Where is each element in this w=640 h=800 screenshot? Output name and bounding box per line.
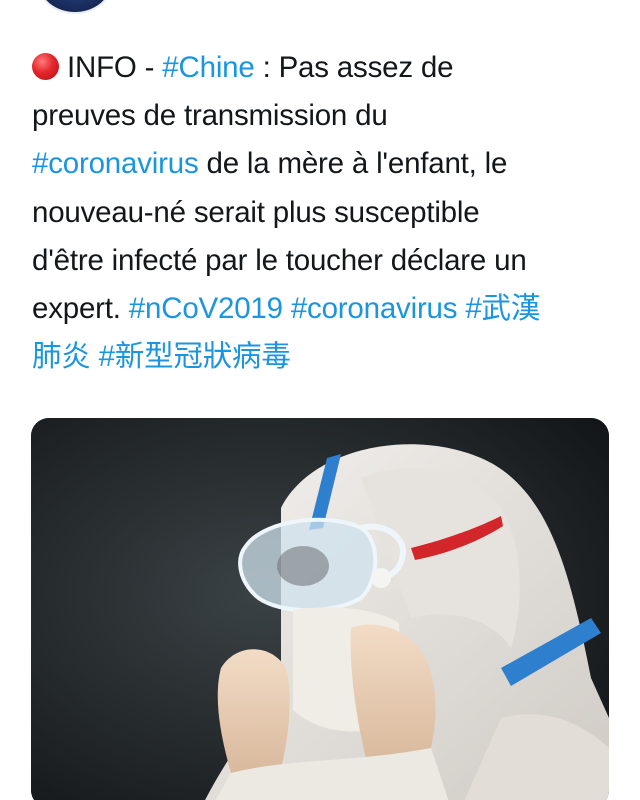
avatar[interactable] <box>38 0 112 14</box>
tweet-text: INFO - #Chine : Pas assez de preuves de t… <box>32 44 612 381</box>
hashtag-link[interactable]: #coronavirus <box>32 147 199 180</box>
tweet-text-segment: INFO - <box>67 51 163 84</box>
health-worker-photo <box>31 418 609 800</box>
tweet-text-line: d'être infecté par le toucher déclare un <box>32 237 612 285</box>
hashtag-link[interactable]: #武漢 <box>465 292 540 325</box>
hashtag-link[interactable]: #nCoV2019 <box>129 292 283 325</box>
tweet-text-segment: nouveau-né serait plus susceptible <box>32 195 480 229</box>
hashtag-link[interactable]: 肺炎 <box>32 340 91 373</box>
tweet-text-line: expert. #nCoV2019 #coronavirus #武漢 <box>32 285 612 333</box>
tweet-text-line: preuves de transmission du <box>32 92 612 140</box>
tweet-text-segment <box>91 340 99 373</box>
tweet-text-segment <box>283 292 291 325</box>
tweet-text-segment: : Pas assez de <box>254 51 454 84</box>
tweet-text-line: #coronavirus de la mère à l'enfant, le <box>32 140 612 188</box>
hashtag-link[interactable]: #coronavirus <box>291 292 458 325</box>
tweet-text-line: 肺炎 #新型冠狀病毒 <box>32 333 612 381</box>
tweet-text-segment: expert. <box>32 292 129 326</box>
tweet-text-line: nouveau-né serait plus susceptible <box>32 189 612 237</box>
tweet-text-line: INFO - #Chine : Pas assez de <box>32 44 612 92</box>
tweet-photo[interactable] <box>31 418 609 800</box>
tweet-text-segment: d'être infecté par le toucher déclare un <box>32 243 527 277</box>
hashtag-link[interactable]: #Chine <box>162 51 254 84</box>
tweet-text-segment: de la mère à l'enfant, le <box>198 147 508 181</box>
hashtag-link[interactable]: #新型冠狀病毒 <box>99 340 291 373</box>
red-circle-icon <box>32 53 59 80</box>
tweet-text-segment: preuves de transmission du <box>32 99 388 133</box>
